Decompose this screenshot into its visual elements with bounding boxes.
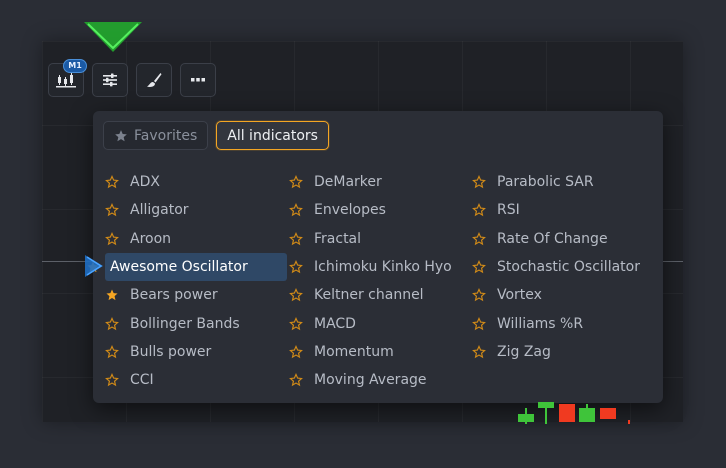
- star-outline-icon[interactable]: [289, 203, 303, 217]
- candle-up: [579, 408, 595, 422]
- indicator-label: Envelopes: [314, 202, 386, 219]
- star-outline-icon[interactable]: [472, 344, 486, 359]
- candles-timeframe-icon: [56, 73, 76, 88]
- tab-favorites-label: Favorites: [134, 127, 198, 144]
- star-outline-icon[interactable]: [105, 231, 119, 246]
- tab-all-indicators[interactable]: All indicators: [216, 121, 329, 150]
- indicator-demarker[interactable]: DeMarker: [277, 168, 457, 196]
- indicator-adx[interactable]: ADX: [93, 168, 273, 196]
- star-outline-icon[interactable]: [105, 373, 119, 387]
- indicator-label: MACD: [314, 315, 356, 332]
- star-outline-icon[interactable]: [472, 288, 486, 302]
- indicator-label: Stochastic Oscillator: [497, 259, 640, 276]
- indicator-aroon[interactable]: Aroon: [93, 225, 273, 253]
- timeframe-badge: M1: [63, 59, 87, 73]
- indicator-parabolic-sar[interactable]: Parabolic SAR: [460, 168, 640, 196]
- indicator-label: Awesome Oscillator: [110, 259, 248, 276]
- indicator-label: Bulls power: [130, 343, 212, 360]
- timeframe-button[interactable]: M1: [48, 59, 87, 97]
- star-outline-icon[interactable]: [289, 344, 303, 359]
- indicators-panel: Favorites All indicators ADX Alligator A…: [87, 111, 663, 403]
- indicator-ichimoku[interactable]: Ichimoku Kinko Hyo: [277, 253, 457, 281]
- indicator-fractal[interactable]: Fractal: [277, 225, 457, 253]
- star-outline-icon[interactable]: [105, 316, 119, 331]
- chart-toolbar: M1: [48, 59, 216, 97]
- star-outline-icon[interactable]: [472, 203, 486, 217]
- indicator-label: Aroon: [130, 230, 172, 247]
- more-dots-icon: [191, 78, 205, 82]
- star-outline-icon[interactable]: [289, 260, 303, 274]
- drawing-button[interactable]: [136, 63, 172, 97]
- indicator-label: Alligator: [130, 202, 189, 219]
- indicator-bollinger-bands[interactable]: Bollinger Bands: [93, 309, 273, 337]
- candle-wick: [586, 404, 588, 410]
- star-outline-icon[interactable]: [289, 316, 303, 331]
- indicator-label: Moving Average: [314, 372, 427, 389]
- star-filled-icon[interactable]: [105, 288, 119, 302]
- indicator-moving-average[interactable]: Moving Average: [277, 366, 457, 394]
- star-outline-icon[interactable]: [472, 231, 486, 246]
- star-outline-icon[interactable]: [289, 373, 303, 387]
- indicator-label: Bollinger Bands: [130, 315, 240, 332]
- indicator-cci[interactable]: CCI: [93, 366, 273, 394]
- indicator-bulls-power[interactable]: Bulls power: [93, 338, 273, 366]
- candle-down: [600, 408, 616, 419]
- indicator-column-2: DeMarker Envelopes Fractal Ichimoku Kink…: [277, 168, 457, 394]
- indicator-label: DeMarker: [314, 174, 382, 191]
- pointer-arrow-down-icon: [84, 22, 142, 52]
- indicator-tabs: Favorites All indicators: [103, 121, 329, 150]
- indicator-awesome-oscillator[interactable]: Awesome Oscillator: [87, 252, 287, 282]
- indicator-label: Zig Zag: [497, 343, 551, 360]
- indicator-label: Keltner channel: [314, 287, 424, 304]
- indicator-label: RSI: [497, 202, 520, 219]
- candle-wick: [525, 408, 527, 424]
- indicator-vortex[interactable]: Vortex: [460, 281, 640, 309]
- indicator-label: Vortex: [497, 287, 542, 304]
- star-outline-icon[interactable]: [105, 175, 119, 189]
- tab-favorites[interactable]: Favorites: [103, 121, 209, 150]
- candle-wick: [545, 404, 547, 424]
- indicator-stochastic-oscillator[interactable]: Stochastic Oscillator: [460, 253, 640, 281]
- indicator-keltner-channel[interactable]: Keltner channel: [277, 281, 457, 309]
- more-button[interactable]: [180, 63, 216, 97]
- indicator-rate-of-change[interactable]: Rate Of Change: [460, 225, 640, 253]
- star-outline-icon[interactable]: [472, 316, 486, 331]
- star-outline-icon[interactable]: [289, 288, 303, 302]
- indicator-rsi[interactable]: RSI: [460, 196, 640, 224]
- indicator-column-3: Parabolic SAR RSI Rate Of Change Stochas…: [460, 168, 640, 366]
- indicator-alligator[interactable]: Alligator: [93, 196, 273, 224]
- sliders-icon: [103, 73, 117, 87]
- star-outline-icon[interactable]: [105, 203, 119, 217]
- indicator-williams-r[interactable]: Williams %R: [460, 309, 640, 337]
- chart-candles: [518, 402, 630, 424]
- indicator-label: Rate Of Change: [497, 230, 608, 247]
- indicator-label: Williams %R: [497, 315, 584, 332]
- star-outline-icon[interactable]: [289, 231, 303, 246]
- pointer-arrow-right-icon: [85, 255, 103, 277]
- indicator-label: Fractal: [314, 230, 362, 247]
- indicator-zig-zag[interactable]: Zig Zag: [460, 338, 640, 366]
- star-outline-icon[interactable]: [105, 344, 119, 359]
- indicator-label: ADX: [130, 174, 160, 191]
- brush-icon: [147, 73, 162, 87]
- star-icon: [115, 129, 127, 141]
- indicator-label: Parabolic SAR: [497, 174, 594, 191]
- star-outline-icon[interactable]: [289, 175, 303, 189]
- star-outline-icon[interactable]: [472, 175, 486, 189]
- settings-button[interactable]: [92, 63, 128, 97]
- tab-all-indicators-label: All indicators: [227, 127, 318, 144]
- indicator-macd[interactable]: MACD: [277, 309, 457, 337]
- indicator-label: CCI: [130, 372, 154, 389]
- indicator-momentum[interactable]: Momentum: [277, 338, 457, 366]
- candle-down: [559, 404, 575, 422]
- candle-wick: [628, 420, 630, 424]
- indicator-bears-power[interactable]: Bears power: [93, 281, 273, 309]
- star-outline-icon[interactable]: [472, 260, 486, 274]
- indicator-label: Bears power: [130, 287, 218, 304]
- indicator-label: Ichimoku Kinko Hyo: [314, 259, 452, 276]
- indicator-envelopes[interactable]: Envelopes: [277, 196, 457, 224]
- indicator-column-1: ADX Alligator Aroon Awesome Oscillator B…: [87, 168, 287, 394]
- indicator-label: Momentum: [314, 343, 394, 360]
